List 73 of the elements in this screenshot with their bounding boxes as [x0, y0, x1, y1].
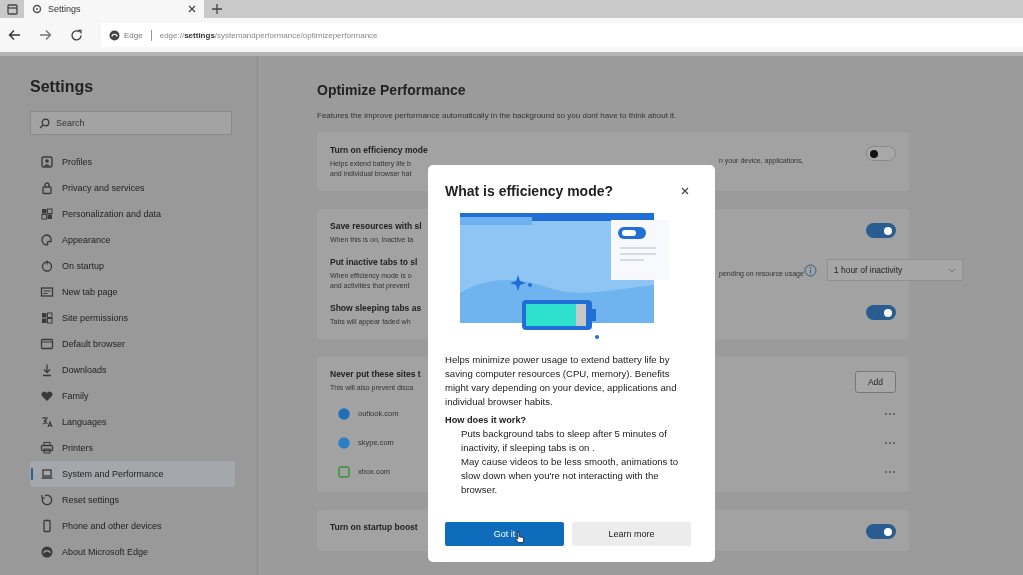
sidebar-item[interactable]: Profiles: [30, 149, 235, 175]
sidebar-item[interactable]: Appearance: [30, 227, 235, 253]
dialog-subheading: How does it work?: [445, 415, 528, 425]
sidebar-item[interactable]: Reset settings: [30, 487, 235, 513]
inactivity-dropdown[interactable]: 1 hour of inactivity: [826, 259, 963, 281]
sidebar-item[interactable]: Privacy and services: [30, 175, 235, 201]
setting-title: Save resources with sl: [330, 221, 422, 231]
got-it-button[interactable]: Got it: [445, 522, 564, 546]
sidebar-item[interactable]: Printers: [30, 435, 235, 461]
page-title: Optimize Performance: [317, 82, 467, 98]
grid-icon: [40, 207, 54, 221]
tab-title: Settings: [48, 4, 82, 14]
sidebar-item[interactable]: On startup: [30, 253, 235, 279]
new-tab-icon[interactable]: [212, 4, 222, 14]
browser-tab[interactable]: Settings: [24, 0, 204, 18]
sidebar-item[interactable]: Default browser: [30, 331, 235, 357]
tab-page-icon: [40, 285, 54, 299]
setting-title: Turn on startup boost: [330, 522, 418, 532]
forward-icon[interactable]: [39, 29, 52, 41]
setting-title: Show sleeping tabs as: [330, 303, 422, 313]
edge-logo-icon: [109, 29, 120, 41]
chevron-down-icon: [947, 267, 956, 273]
sidebar-item[interactable]: Family: [30, 383, 235, 409]
download-icon: [40, 363, 54, 377]
sidebar-item[interactable]: Languages: [30, 409, 235, 435]
dialog-title: What is efficiency mode?: [445, 183, 614, 199]
palette-icon: [40, 233, 54, 247]
setting-title: Turn on efficiency mode: [330, 144, 428, 155]
sidebar-item[interactable]: Downloads: [30, 357, 235, 383]
phone-icon: [40, 519, 54, 533]
power-icon: [40, 259, 54, 273]
add-button[interactable]: Add: [854, 371, 896, 393]
setting-title: Put inactive tabs to sl: [330, 257, 418, 267]
toggle-switch[interactable]: [866, 223, 896, 238]
address-bar[interactable]: Edge edge://settings/systemandperformance/optimizeperformance: [101, 23, 1023, 47]
language-icon: [40, 415, 54, 429]
sidebar-title: Settings: [30, 78, 95, 96]
close-icon[interactable]: [188, 5, 196, 13]
sidebar-item[interactable]: Site permissions: [30, 305, 235, 331]
info-icon: [803, 263, 817, 277]
browser-window-icon: [40, 337, 54, 351]
setting-title: Never put these sites t: [330, 369, 421, 379]
close-button[interactable]: [679, 185, 691, 197]
permissions-icon: [40, 311, 54, 325]
url-text: edge://settings/systemandperformance/optimizeperformance: [159, 30, 378, 40]
sidebar-item[interactable]: New tab page: [30, 279, 235, 305]
sidebar-item[interactable]: Personalization and data: [30, 201, 235, 227]
sidebar-item[interactable]: System and Performance: [30, 461, 235, 487]
tab-actions-icon[interactable]: [6, 3, 18, 15]
printer-icon: [40, 441, 54, 455]
edge-logo-icon: [40, 545, 54, 559]
back-icon[interactable]: [8, 29, 21, 41]
search-field[interactable]: Search: [30, 111, 232, 135]
toggle-switch[interactable]: [866, 146, 896, 161]
dialog-point: May cause videos to be less smooth, animations to slow down when you're not interacting with the browser.: [460, 455, 680, 497]
refresh-icon[interactable]: [70, 28, 83, 42]
reset-icon: [40, 493, 54, 507]
learn-more-button[interactable]: Learn more: [572, 522, 691, 546]
sidebar-item[interactable]: About Microsoft Edge: [30, 539, 235, 565]
page-description: Features the improve performance automatically in the background so you dont have to think about it.: [317, 111, 678, 120]
dialog-body: Helps minimize power usage to extend battery life by saving computer resources (CPU, memory). Benefits might vary depending on your device, applications and individual browser habits.: [445, 353, 678, 409]
site-label: Edge: [124, 30, 143, 40]
profile-icon: [40, 155, 54, 169]
dialog-point: Puts background tabs to sleep after 5 minutes of inactivity, if sleeping tabs is on .: [460, 427, 668, 455]
gear-icon: [32, 4, 42, 14]
laptop-icon: [40, 467, 54, 481]
sidebar-item[interactable]: Phone and other devices: [30, 513, 235, 539]
lock-icon: [40, 181, 54, 195]
toggle-switch[interactable]: [866, 305, 896, 320]
toggle-switch[interactable]: [866, 524, 896, 539]
heart-icon: [40, 389, 54, 403]
search-icon: [39, 117, 50, 129]
pointer-cursor-icon: [515, 530, 526, 544]
